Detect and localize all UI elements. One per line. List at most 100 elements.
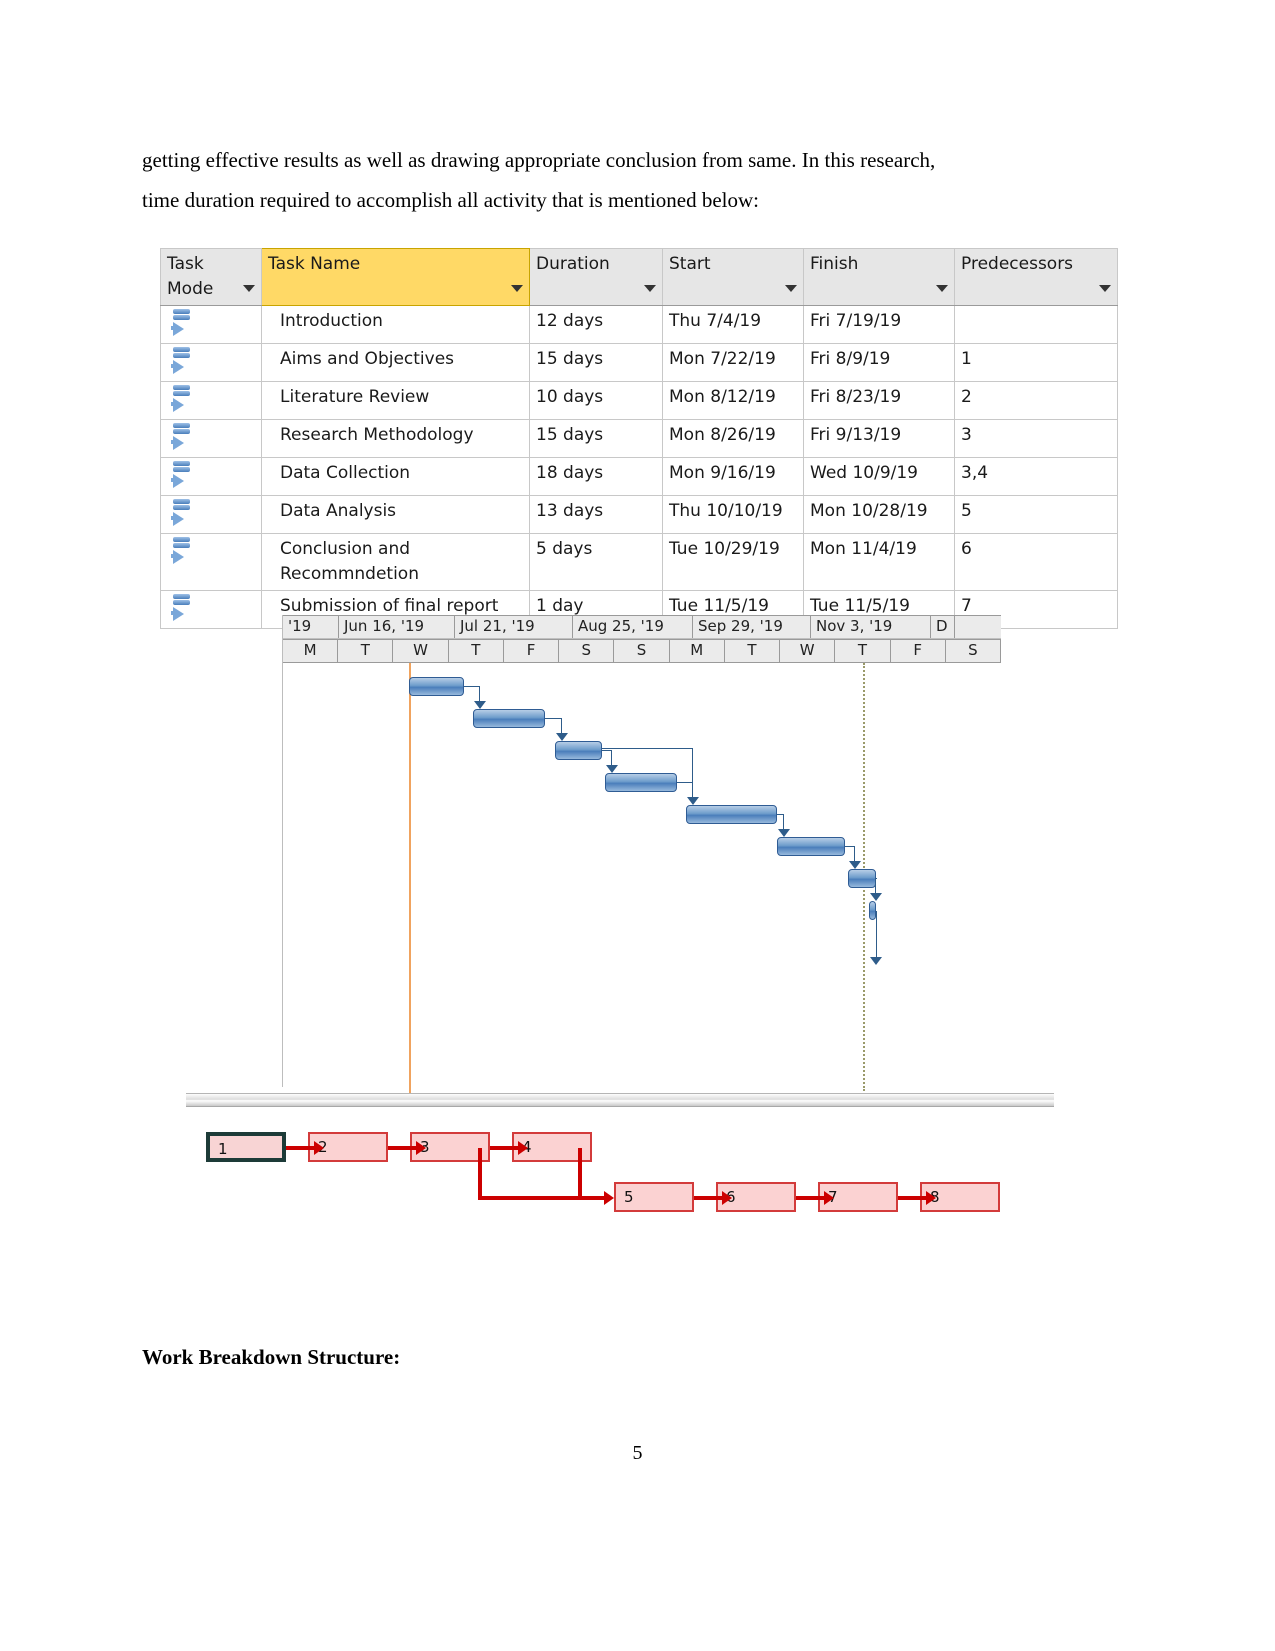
cell-task-mode[interactable]: [160, 495, 262, 534]
chevron-down-icon[interactable]: [243, 285, 255, 292]
cell-start[interactable]: Mon 9/16/19: [662, 457, 804, 496]
cell-task-name[interactable]: Literature Review: [261, 381, 530, 420]
cell-task-name[interactable]: Data Collection: [261, 457, 530, 496]
table-row[interactable]: Research Methodology 15 days Mon 8/26/19 Fr…: [160, 419, 1118, 458]
column-header-task-name[interactable]: Task Name: [261, 248, 530, 306]
chevron-down-icon[interactable]: [936, 285, 948, 292]
table-row[interactable]: Literature Review 10 days Mon 8/12/19 Fri 8…: [160, 381, 1118, 420]
cell-task-mode[interactable]: [160, 590, 262, 629]
cell-task-name[interactable]: Conclusion and Recommndetion: [261, 533, 530, 591]
auto-schedule-icon[interactable]: [171, 308, 197, 336]
column-header-start[interactable]: Start: [662, 248, 804, 306]
cell-start[interactable]: Tue 10/29/19: [662, 533, 804, 591]
cell-start[interactable]: Mon 8/12/19: [662, 381, 804, 420]
gantt-bar[interactable]: [409, 677, 464, 696]
timescale-day-cell: S: [946, 640, 1002, 662]
timescale-day-cell: T: [725, 640, 781, 662]
column-header-predecessors[interactable]: Predecessors: [954, 248, 1118, 306]
cell-task-name[interactable]: Introduction: [261, 305, 530, 344]
cell-start[interactable]: Thu 7/4/19: [662, 305, 804, 344]
cell-finish[interactable]: Fri 8/23/19: [803, 381, 955, 420]
cell-task-mode[interactable]: [160, 533, 262, 591]
gantt-bar[interactable]: [777, 837, 845, 856]
cell-duration[interactable]: 15 days: [529, 343, 663, 382]
cell-finish[interactable]: Mon 11/4/19: [803, 533, 955, 591]
cell-duration[interactable]: 5 days: [529, 533, 663, 591]
gantt-link-horizontal: [845, 846, 854, 847]
pane-splitter[interactable]: [186, 1093, 1054, 1107]
gantt-link-arrow-icon: [849, 861, 861, 869]
cell-start[interactable]: Mon 8/26/19: [662, 419, 804, 458]
cell-task-mode[interactable]: [160, 457, 262, 496]
paragraph-line-1: getting effective results as well as dra…: [142, 148, 936, 172]
table-row[interactable]: Introduction 12 days Thu 7/4/19 Fri 7/19/19: [160, 305, 1118, 344]
cell-predecessors[interactable]: 3: [954, 419, 1118, 458]
chevron-down-icon[interactable]: [785, 285, 797, 292]
cell-predecessors[interactable]: 3,4: [954, 457, 1118, 496]
table-row[interactable]: Data Collection 18 days Mon 9/16/19 Wed 10/…: [160, 457, 1118, 496]
gantt-bar[interactable]: [869, 901, 876, 920]
network-node-1[interactable]: 1: [206, 1132, 286, 1162]
timescale-day-cell: F: [504, 640, 560, 662]
column-header-duration[interactable]: Duration: [529, 248, 663, 306]
cell-finish[interactable]: Fri 9/13/19: [803, 419, 955, 458]
timescale-top-cell: Jun 16, '19: [339, 616, 455, 638]
cell-finish[interactable]: Fri 8/9/19: [803, 343, 955, 382]
column-header-task-mode[interactable]: Task Mode: [160, 248, 262, 306]
cell-duration[interactable]: 13 days: [529, 495, 663, 534]
chevron-down-icon[interactable]: [1099, 285, 1111, 292]
auto-schedule-icon-bar: [173, 499, 190, 504]
cell-predecessors[interactable]: [954, 305, 1118, 344]
cell-predecessors[interactable]: 2: [954, 381, 1118, 420]
edge-5-6: [694, 1196, 724, 1200]
cell-task-name[interactable]: Aims and Objectives: [261, 343, 530, 382]
cell-finish[interactable]: Wed 10/9/19: [803, 457, 955, 496]
cell-predecessors[interactable]: 1: [954, 343, 1118, 382]
timescale-day-cell: T: [835, 640, 891, 662]
gantt-bar[interactable]: [605, 773, 677, 792]
cell-task-mode[interactable]: [160, 419, 262, 458]
cell-task-mode[interactable]: [160, 343, 262, 382]
arrow-5-6-icon: [722, 1191, 732, 1205]
auto-schedule-icon[interactable]: [171, 422, 197, 450]
cell-duration[interactable]: 12 days: [529, 305, 663, 344]
gantt-timescale-days: MTWTFSSMTWTFS: [283, 639, 1002, 663]
cell-start[interactable]: Thu 10/10/19: [662, 495, 804, 534]
auto-schedule-icon-bar: [173, 315, 190, 320]
table-row[interactable]: Aims and Objectives 15 days Mon 7/22/19 Fri…: [160, 343, 1118, 382]
chevron-down-icon[interactable]: [644, 285, 656, 292]
arrow-3-4-icon: [518, 1141, 528, 1155]
cell-task-name[interactable]: Data Analysis: [261, 495, 530, 534]
cell-predecessors[interactable]: 5: [954, 495, 1118, 534]
cell-predecessors[interactable]: 6: [954, 533, 1118, 591]
cell-duration[interactable]: 15 days: [529, 419, 663, 458]
network-node-5[interactable]: 5: [614, 1182, 694, 1212]
gantt-final-link-vertical: [876, 911, 877, 959]
gantt-bar[interactable]: [686, 805, 777, 824]
gantt-bar[interactable]: [555, 741, 602, 760]
cell-duration[interactable]: 10 days: [529, 381, 663, 420]
column-header-finish[interactable]: Finish: [803, 248, 955, 306]
cell-task-name[interactable]: Research Methodology: [261, 419, 530, 458]
auto-schedule-icon-bar: [173, 543, 190, 548]
chevron-down-icon[interactable]: [511, 285, 523, 292]
cell-finish[interactable]: Fri 7/19/19: [803, 305, 955, 344]
auto-schedule-icon[interactable]: [171, 384, 197, 412]
cell-duration[interactable]: 18 days: [529, 457, 663, 496]
cell-start[interactable]: Mon 7/22/19: [662, 343, 804, 382]
gantt-link-arrow-icon: [474, 701, 486, 709]
auto-schedule-icon[interactable]: [171, 460, 197, 488]
gantt-bar[interactable]: [848, 869, 876, 888]
gantt-link-arrow-icon: [687, 797, 699, 805]
cell-task-mode[interactable]: [160, 305, 262, 344]
auto-schedule-icon[interactable]: [171, 346, 197, 374]
table-row[interactable]: Conclusion and Recommndetion 5 days Tue 10…: [160, 533, 1118, 591]
gantt-plot-area[interactable]: [283, 663, 1001, 1101]
gantt-bar[interactable]: [473, 709, 545, 728]
auto-schedule-icon[interactable]: [171, 498, 197, 526]
auto-schedule-icon[interactable]: [171, 536, 197, 564]
auto-schedule-icon[interactable]: [171, 593, 197, 621]
table-row[interactable]: Data Analysis 13 days Thu 10/10/19 Mon 10/2…: [160, 495, 1118, 534]
cell-task-mode[interactable]: [160, 381, 262, 420]
cell-finish[interactable]: Mon 10/28/19: [803, 495, 955, 534]
